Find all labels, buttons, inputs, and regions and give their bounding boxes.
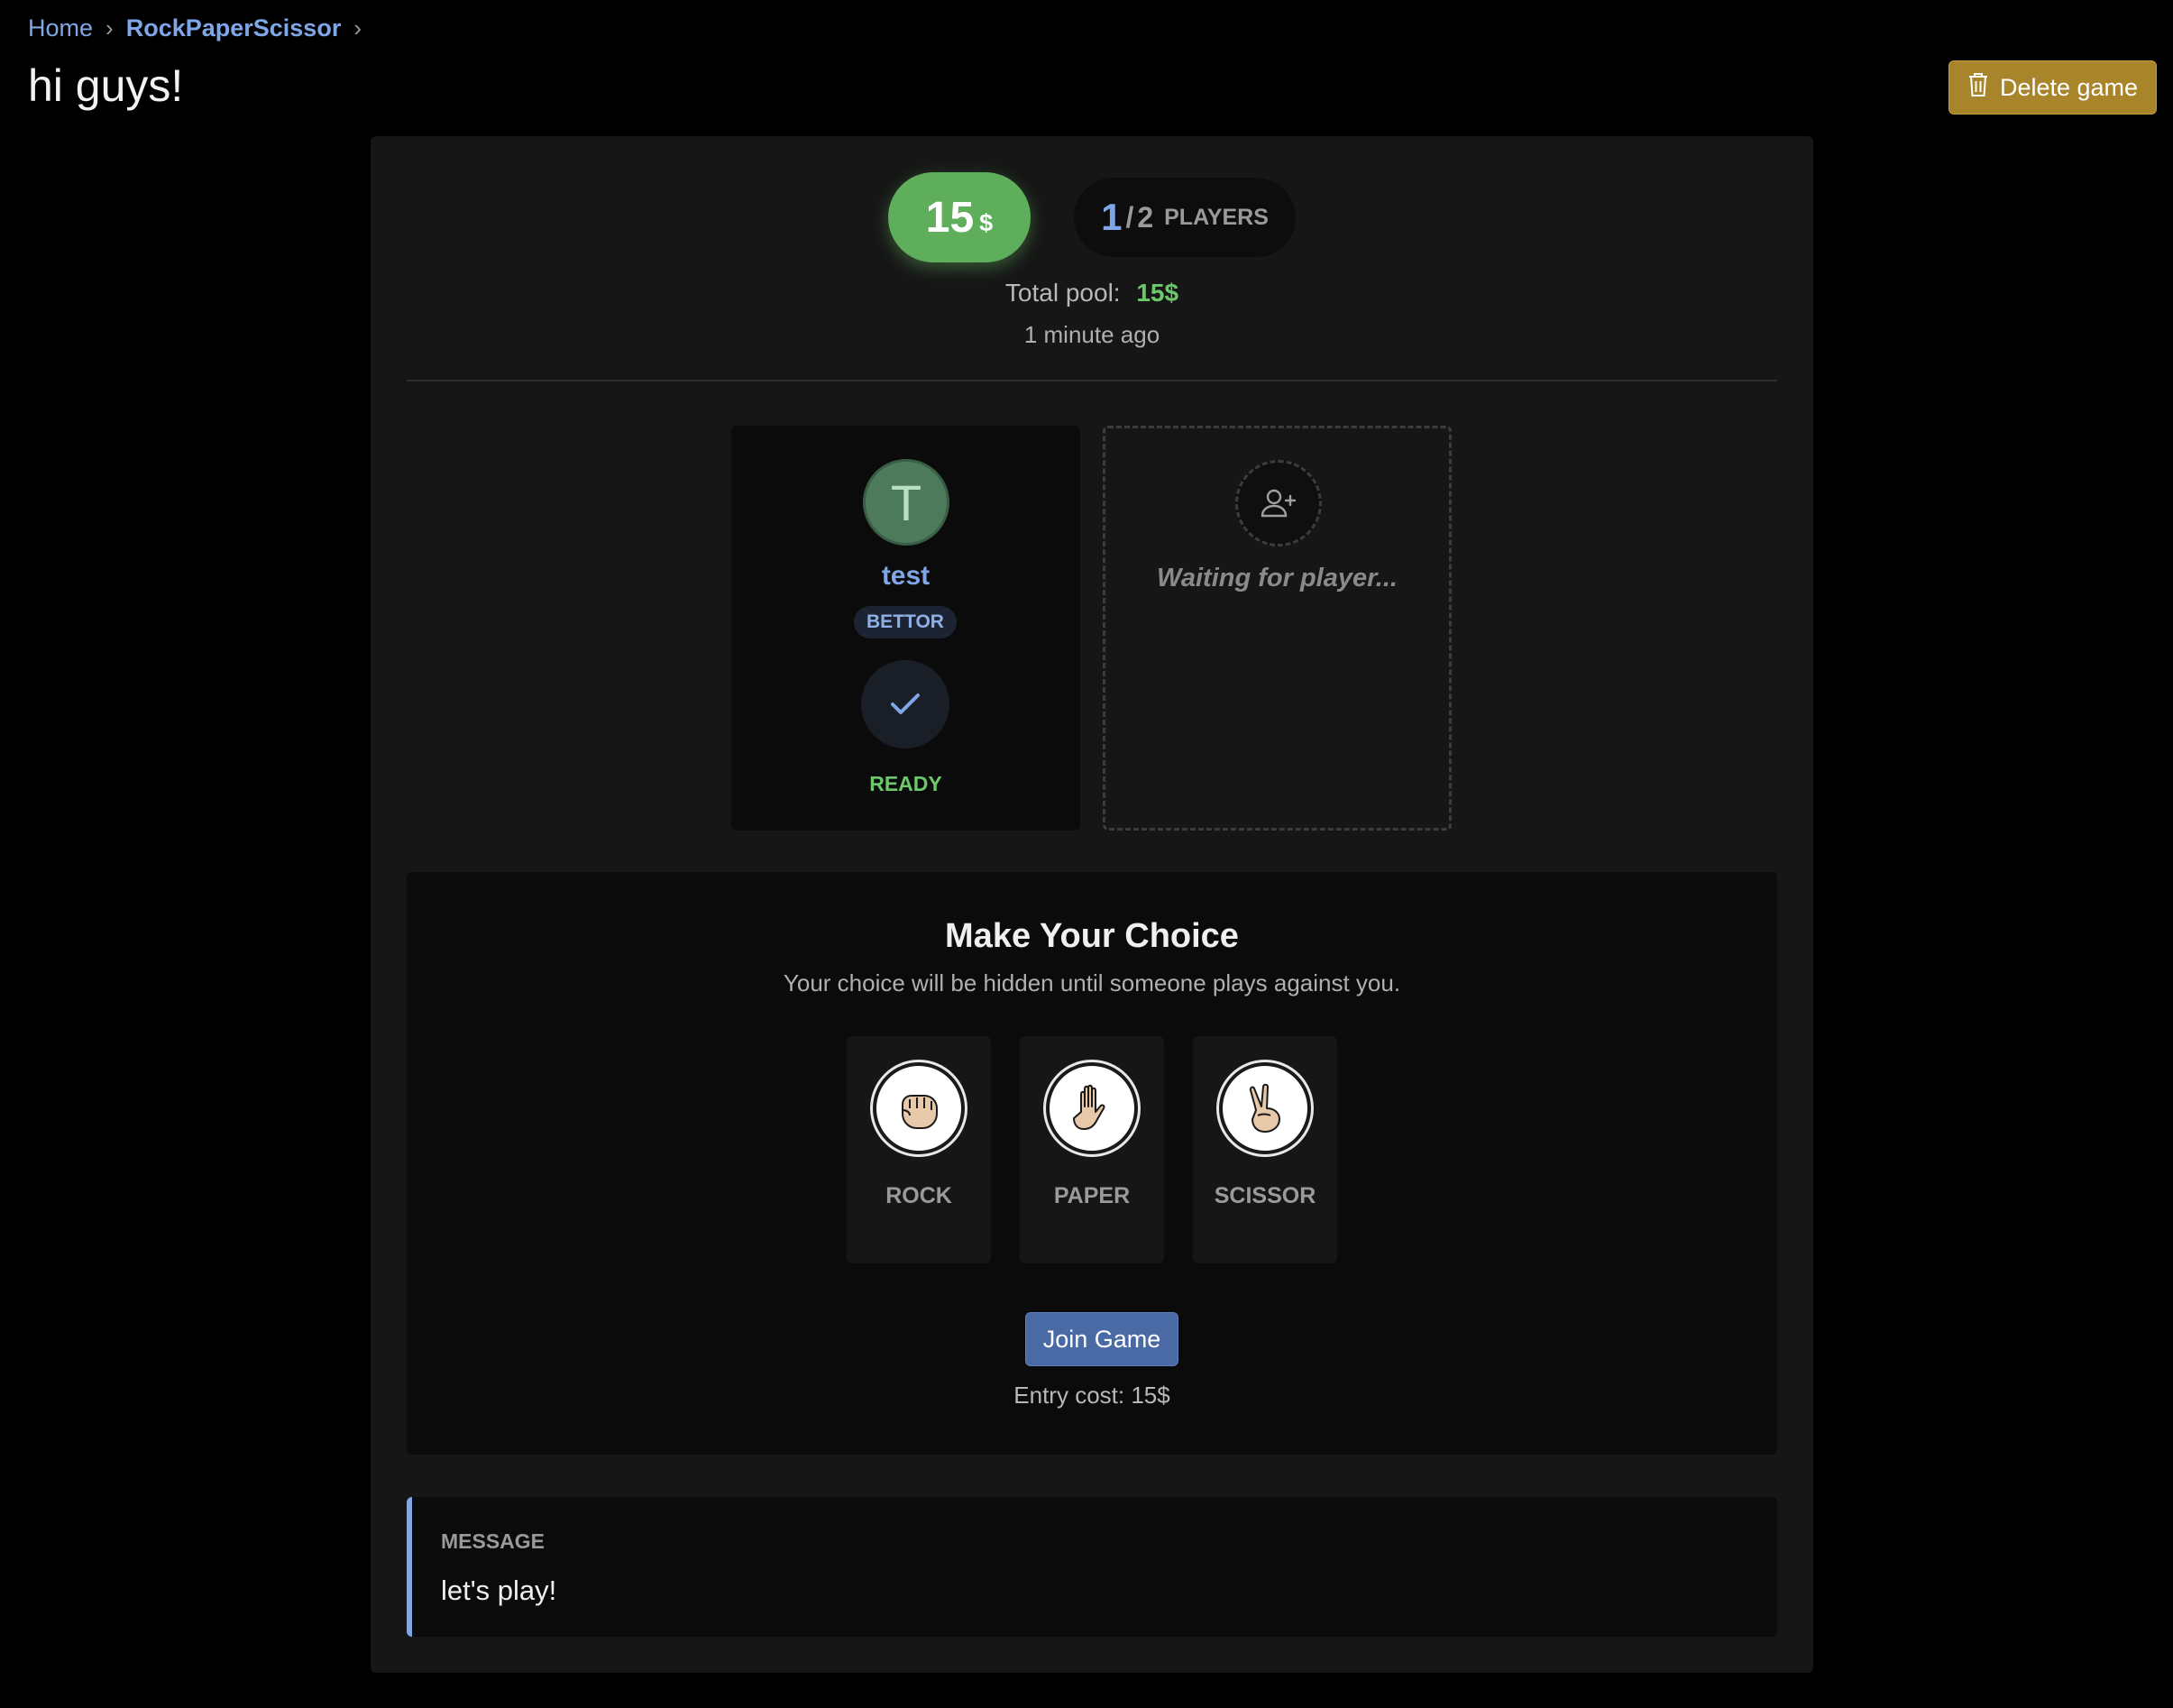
choice-label-scissor: SCISSOR [1214,1183,1316,1208]
players-separator: / [1125,200,1134,234]
breadcrumb: Home › RockPaperScissor › [28,14,362,42]
total-pool-label: Total pool: [1004,279,1121,307]
total-pool: Total pool: 15$ [371,279,1813,308]
bet-currency: $ [979,208,994,236]
delete-game-button[interactable]: Delete game [1948,60,2157,115]
delete-game-label: Delete game [1999,73,2139,101]
bet-amount: 15 [925,193,975,242]
join-game-button[interactable]: Join Game [1025,1312,1178,1366]
chevron-right-icon: › [353,14,362,41]
created-time: 1 minute ago [1023,321,1160,348]
total-pool-value: 15$ [1136,279,1179,307]
game-stats: 15 $ 1 / 2 PLAYERS [371,172,1813,262]
choice-label-rock: ROCK [885,1183,952,1208]
scissor-hand-icon [1219,1062,1311,1154]
choice-subtitle: Your choice will be hidden until someone… [783,969,1401,996]
message-title: MESSAGE [441,1529,546,1553]
player-name[interactable]: test [731,561,1080,592]
breadcrumb-home-link[interactable]: Home [28,14,93,42]
players-count-pill: 1 / 2 PLAYERS [1074,178,1296,257]
choice-title: Make Your Choice [945,917,1239,955]
game-card: 15 $ 1 / 2 PLAYERS Total pool: 15$ 1 min… [371,136,1813,1673]
choice-options: ROCK PAPER SCISSOR [407,1036,1777,1263]
trash-icon [1967,72,1989,104]
choice-panel: Make Your Choice Your choice will be hid… [407,872,1777,1455]
empty-player-slot: Waiting for player... [1103,426,1452,831]
add-user-icon [1235,460,1322,546]
bet-amount-pill: 15 $ [888,172,1031,262]
players-max: 2 [1137,200,1154,234]
role-badge: BETTOR [854,606,957,638]
check-icon [861,660,949,748]
message-body: let's play! [441,1575,557,1606]
rock-hand-icon [873,1062,965,1154]
waiting-for-player-text: Waiting for player... [1157,564,1398,592]
avatar: T [863,459,949,546]
choice-option-scissor[interactable]: SCISSOR [1193,1036,1337,1263]
player-slot: T test BETTOR READY [731,426,1080,831]
players-count: 1 [1101,196,1123,238]
choice-option-paper[interactable]: PAPER [1020,1036,1164,1263]
divider [407,380,1777,381]
breadcrumb-game-link[interactable]: RockPaperScissor [126,14,342,42]
choice-label-paper: PAPER [1053,1183,1131,1208]
paper-hand-icon [1046,1062,1138,1154]
page-title: hi guys! [28,60,184,111]
choice-option-rock[interactable]: ROCK [847,1036,991,1263]
message-panel: MESSAGE let's play! [407,1497,1777,1637]
players-label: PLAYERS [1164,204,1269,230]
ready-status: READY [869,772,942,795]
chevron-right-icon: › [105,14,114,41]
entry-cost: Entry cost: 15$ [1013,1382,1170,1409]
